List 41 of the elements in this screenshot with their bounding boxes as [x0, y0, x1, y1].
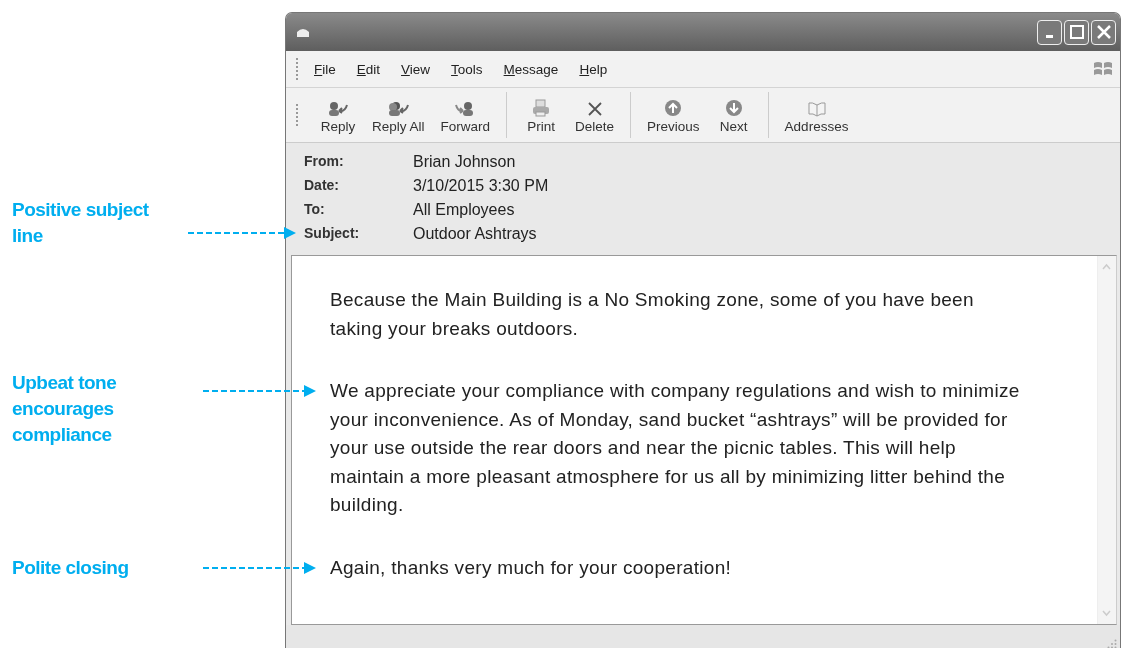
- paragraph: Again, thanks very much for your cooperation!: [330, 555, 733, 580]
- paragraph: We appreciate your compliance with company regulations and wish to minimize your inconvenience. As of Monday, sand bucket “ashtrays” will be provided for your use outside the rear doors and near the picnic tables. This will help maintain a more pleasant atmosphere for us all by minimizing litter behind the building.: [330, 379, 1021, 517]
- toolbar-button[interactable]: Previous: [639, 94, 708, 136]
- toolbar-button[interactable]: Print: [515, 94, 568, 136]
- toolbar-button[interactable]: Forward: [432, 94, 499, 136]
- field-label: From:: [304, 152, 345, 171]
- maximize-button[interactable]: [1064, 19, 1089, 45]
- field-label: Subject:: [304, 224, 361, 243]
- toolbar-button[interactable]: Delete: [567, 94, 623, 136]
- field-label: Date:: [304, 176, 340, 195]
- maximize-icon: [1069, 25, 1084, 39]
- delete-x-icon: [586, 101, 603, 117]
- annotation: Positive subject line: [12, 198, 150, 248]
- field-label: To:: [304, 200, 326, 219]
- toolbar-button[interactable]: Addresses: [776, 94, 857, 136]
- menu-item[interactable]: View: [399, 61, 433, 77]
- annotation: Upbeat tone encourages compliance: [12, 371, 118, 447]
- close-button[interactable]: [1091, 19, 1116, 45]
- close-icon: [1096, 25, 1111, 39]
- field-value: Brian Johnson: [413, 152, 517, 172]
- minimize-icon: [1046, 34, 1053, 38]
- menu-item[interactable]: Help: [577, 61, 610, 77]
- field-value: Outdoor Ashtrays: [413, 224, 538, 244]
- field-value: All Employees: [413, 200, 516, 220]
- toolbar-button[interactable]: Reply: [312, 94, 364, 136]
- printer-icon: [531, 99, 552, 117]
- menu-item[interactable]: Edit: [354, 61, 383, 77]
- annotation: Polite closing: [12, 556, 130, 580]
- menu-item[interactable]: File: [312, 61, 338, 77]
- reply-all-icon: [387, 101, 410, 117]
- field-value: 3/10/2015 3:30 PM: [413, 176, 550, 196]
- menu-item[interactable]: Message: [501, 61, 561, 77]
- toolbar-button[interactable]: Reply All: [364, 94, 433, 136]
- minimize-button[interactable]: [1037, 19, 1062, 45]
- book-icon: [806, 101, 827, 117]
- toolbar-button[interactable]: Next: [707, 94, 760, 136]
- reply-icon: [327, 101, 349, 117]
- menu-item[interactable]: Tools: [449, 61, 485, 77]
- resize-grip-icon[interactable]: [1107, 639, 1117, 648]
- scrollbar[interactable]: [1097, 256, 1116, 624]
- paragraph: Because the Main Building is a No Smoking zone, some of you have been taking your breaks outdoors.: [330, 288, 975, 341]
